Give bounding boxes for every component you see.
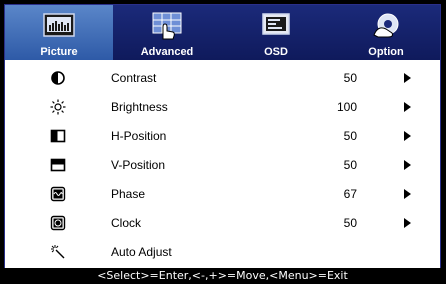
phase-icon [50, 186, 66, 202]
arrow-right-icon[interactable] [404, 102, 411, 112]
osd-frame: Picture Advanced OSD Option Contrast 50 … [4, 4, 441, 270]
auto-adjust-icon [51, 245, 65, 259]
advanced-icon [152, 12, 182, 40]
contrast-icon [51, 71, 65, 85]
arrow-right-icon[interactable] [404, 189, 411, 199]
tab-bar: Picture Advanced OSD Option [5, 5, 440, 60]
tab-osd[interactable]: OSD [222, 5, 330, 60]
arrow-right-icon[interactable] [404, 131, 411, 141]
arrow-right-icon[interactable] [404, 218, 411, 228]
item-label: H-Position [111, 129, 167, 143]
list-item-v-position[interactable]: V-Position 50 [5, 152, 440, 180]
list-item-brightness[interactable]: Brightness 100 [5, 94, 440, 122]
osd-icon [262, 13, 290, 35]
item-value: 50 [343, 216, 357, 230]
item-label: Clock [111, 216, 142, 230]
tab-advanced[interactable]: Advanced [113, 5, 221, 60]
brightness-icon [50, 99, 66, 115]
picture-icon [43, 13, 75, 37]
osd-menu: Picture Advanced OSD Option Contrast 50 … [0, 0, 446, 284]
item-value: 100 [336, 100, 357, 114]
item-label: V-Position [111, 158, 166, 172]
tab-picture[interactable]: Picture [5, 5, 113, 60]
list-item-auto-adjust[interactable]: Auto Adjust [5, 239, 440, 267]
item-label: Brightness [111, 100, 168, 114]
list-item-contrast[interactable]: Contrast 50 [5, 65, 440, 93]
item-value: 50 [343, 71, 357, 85]
list-item-h-position[interactable]: H-Position 50 [5, 123, 440, 151]
tab-option[interactable]: Option [332, 5, 440, 60]
arrow-right-icon[interactable] [404, 160, 411, 170]
item-value: 50 [343, 158, 357, 172]
item-value: 50 [343, 129, 357, 143]
list-item-phase[interactable]: Phase 67 [5, 181, 440, 209]
v-position-icon [50, 158, 66, 172]
tab-label: Advanced [140, 46, 194, 58]
item-label: Phase [111, 187, 146, 201]
list-item-clock[interactable]: Clock 50 [5, 210, 440, 238]
h-position-icon [50, 129, 66, 143]
option-icon [373, 13, 399, 38]
tab-label: Option [368, 46, 404, 58]
arrow-right-icon[interactable] [404, 73, 411, 83]
tab-label: OSD [264, 46, 288, 58]
tab-label: Picture [40, 46, 78, 58]
clock-icon [50, 215, 66, 231]
item-label: Auto Adjust [111, 245, 172, 259]
status-bar-hint: <Select>=Enter,<-,+>=Move,<Menu>=Exit [4, 268, 441, 284]
item-label: Contrast [111, 71, 157, 85]
item-value: 67 [343, 187, 357, 201]
